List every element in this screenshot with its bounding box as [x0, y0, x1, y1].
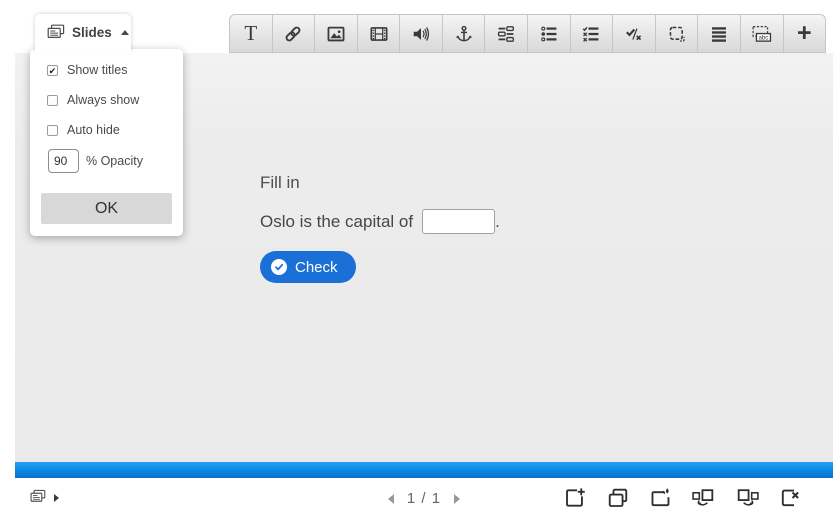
always-show-checkbox[interactable] — [47, 95, 58, 106]
h5p-course-presentation-editor: Fill in Oslo is the capital of . Check T — [0, 0, 833, 523]
delete-slide-button[interactable] — [776, 486, 803, 513]
sort-slide-left-button[interactable] — [690, 486, 717, 513]
check-button-label: Check — [295, 259, 338, 276]
toolbar-button-image[interactable] — [315, 14, 358, 53]
slide-pagination: 1 / 1 — [378, 490, 470, 507]
option-label: Auto hide — [67, 123, 120, 137]
fill-blanks-icon — [497, 25, 515, 43]
auto-hide-checkbox[interactable] — [47, 125, 58, 136]
option-label: Show titles — [67, 63, 127, 77]
speaker-icon — [412, 25, 430, 43]
opacity-row: % Opacity — [48, 149, 143, 173]
exercise-heading: Fill in — [260, 173, 300, 193]
video-icon — [370, 25, 388, 43]
ok-button[interactable]: OK — [41, 193, 172, 224]
option-show-titles[interactable]: ✔ Show titles — [47, 63, 127, 77]
image-icon — [327, 25, 345, 43]
left-arrow-icon — [388, 494, 394, 504]
toolbar-button-drag-the-words[interactable]: abc — [741, 14, 784, 53]
toolbar-button-link[interactable] — [273, 14, 316, 53]
slide-background-icon — [649, 486, 673, 513]
keywords-menu-toggle[interactable] — [30, 489, 59, 506]
opacity-label: % Opacity — [86, 154, 143, 168]
chevron-right-icon — [54, 494, 59, 502]
slide-background-button[interactable] — [647, 486, 674, 513]
multiple-choice-icon — [582, 25, 600, 43]
previous-slide-button[interactable] — [386, 492, 396, 506]
slide-tools — [561, 486, 803, 513]
toolbar-button-summary[interactable] — [698, 14, 741, 53]
add-slide-icon — [563, 486, 587, 513]
toolbar-button-more-elements[interactable]: + — [784, 14, 827, 53]
slides-menu-button[interactable]: Slides — [35, 14, 131, 51]
slides-icon — [47, 24, 65, 42]
sort-slide-right-button[interactable] — [733, 486, 760, 513]
toolbar-button-audio[interactable] — [400, 14, 443, 53]
chevron-up-icon — [121, 30, 129, 35]
progress-bar[interactable] — [15, 462, 833, 478]
text-icon: T — [244, 23, 257, 44]
toolbar-button-text[interactable]: T — [229, 14, 273, 53]
sort-left-icon — [691, 486, 717, 513]
footer-bar: 1 / 1 — [0, 478, 833, 523]
toolbar-button-single-choice-set[interactable] — [528, 14, 571, 53]
option-auto-hide[interactable]: Auto hide — [47, 123, 120, 137]
pagination-label: 1 / 1 — [407, 490, 441, 507]
next-slide-button[interactable] — [452, 492, 462, 506]
true-false-icon — [625, 25, 643, 43]
fill-in-blank-input[interactable] — [422, 209, 495, 234]
opacity-input[interactable] — [48, 149, 79, 173]
new-slide-button[interactable] — [561, 486, 588, 513]
delete-slide-icon — [778, 486, 802, 513]
slides-menu-label: Slides — [72, 25, 112, 40]
toolbar-button-true-false[interactable] — [613, 14, 656, 53]
sentence-suffix: . — [495, 212, 500, 232]
element-toolbar: T — [229, 14, 826, 53]
option-label: Always show — [67, 93, 139, 107]
link-icon — [284, 25, 302, 43]
check-button[interactable]: Check — [260, 251, 356, 283]
toolbar-button-video[interactable] — [358, 14, 401, 53]
slides-icon — [30, 489, 46, 506]
right-arrow-icon — [454, 494, 460, 504]
toolbar-button-multiple-choice[interactable] — [571, 14, 614, 53]
drag-drop-icon — [668, 25, 686, 43]
plus-icon: + — [797, 21, 812, 46]
toolbar-button-drag-and-drop[interactable] — [656, 14, 699, 53]
clone-slide-button[interactable] — [604, 486, 631, 513]
sort-right-icon — [734, 486, 760, 513]
fill-in-sentence: Oslo is the capital of . — [260, 209, 500, 234]
clone-slide-icon — [606, 486, 630, 513]
option-always-show[interactable]: Always show — [47, 93, 139, 107]
single-choice-icon — [540, 25, 558, 43]
sentence-prefix: Oslo is the capital of — [260, 212, 413, 232]
check-circle-icon — [271, 259, 287, 275]
drag-text-icon: abc — [752, 25, 772, 43]
toolbar-button-go-to-slide[interactable] — [443, 14, 486, 53]
svg-text:abc: abc — [758, 35, 768, 41]
show-titles-checkbox[interactable]: ✔ — [47, 65, 58, 76]
anchor-icon — [455, 25, 473, 43]
slides-menu-panel: ✔ Show titles Always show Auto hide % Op… — [30, 49, 183, 236]
summary-icon — [710, 25, 728, 43]
toolbar-button-fill-in-the-blanks[interactable] — [485, 14, 528, 53]
